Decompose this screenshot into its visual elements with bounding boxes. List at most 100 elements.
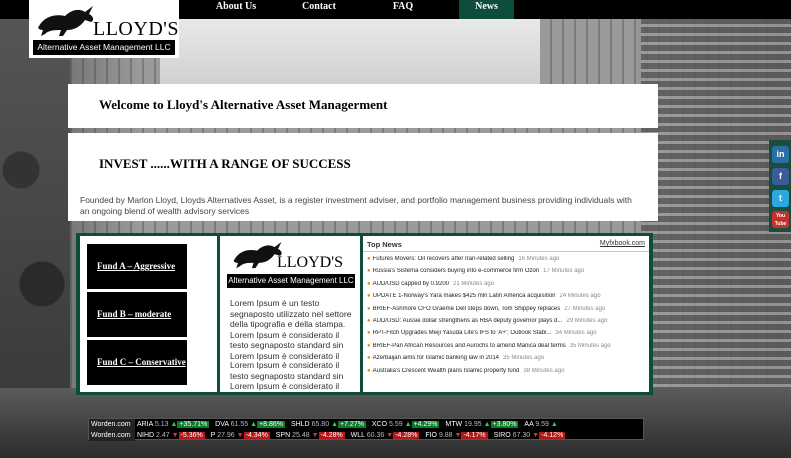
ticker-row-losers: Worden.com NIHD 2.47 ▼ -5.36% P 27.96 ▼ -4… <box>89 430 645 441</box>
arrow-up-icon: ▲ <box>331 421 338 428</box>
ticker-quote[interactable]: FIO 9.88 ▼ -4.17% <box>425 430 488 441</box>
news-widget: Top News Myfxbook.com ● Futures Movers: O… <box>363 236 649 392</box>
bullet-icon: ● <box>367 268 371 275</box>
funds-column: Fund A – Aggressive Fund B – moderate Fu… <box>80 236 217 392</box>
about-paragraph-2: Lorem Ipsum è considerato il testo segna… <box>230 360 344 391</box>
bullet-icon: ● <box>367 317 371 324</box>
logo-name: LLOYD'S <box>93 18 179 40</box>
bullet-icon: ● <box>367 293 371 300</box>
news-item[interactable]: ● RPT-Fitch Upgrades Meiji Yasuda Life's … <box>367 330 647 342</box>
about-logo-name: LLOYD'S <box>277 254 343 271</box>
news-item-text: Azerbaijan aims for Islamic banking law … <box>372 355 500 362</box>
fund-b-link[interactable]: Fund B – moderate <box>87 292 187 337</box>
ticker-quote[interactable]: NIHD 2.47 ▼ -5.36% <box>137 430 205 441</box>
social-links: in f t You Tube <box>769 140 791 232</box>
about-paragraph-1: Lorem Ipsum è un testo segnaposto utiliz… <box>230 298 352 361</box>
ticker-quote[interactable]: DVA 61.55 ▲ +8.86% <box>215 419 285 430</box>
news-item-time: 27 Minutes ago <box>564 305 606 312</box>
news-header: Top News Myfxbook.com <box>363 236 649 252</box>
news-item-text: Futures Movers: Oil recovers after Iran-… <box>372 256 515 262</box>
nav-faq[interactable]: FAQ <box>367 0 439 19</box>
site-logo[interactable]: LLOYD'S Alternative Asset Management LLC <box>29 0 179 58</box>
news-item[interactable]: ● AUD/USD: Aussie dollar strengthens as R… <box>367 318 647 330</box>
news-item[interactable]: ● AUD/USD capped by 0.9200 21 Minutes ago <box>367 281 647 293</box>
news-item[interactable]: ● Azerbaijan aims for Islamic banking law… <box>367 355 647 367</box>
twitter-icon[interactable]: t <box>772 190 789 207</box>
news-item-time: 34 Minutes ago <box>555 330 597 337</box>
ticker-row-gainers: Worden.com ARIA 5.13 ▲ +35.71% DVA 61.55 … <box>89 419 645 430</box>
stock-ticker[interactable]: Worden.com ARIA 5.13 ▲ +35.71% DVA 61.55 … <box>88 418 645 441</box>
bullet-icon: ● <box>367 305 371 312</box>
news-item-text: AUD/USD capped by 0.9200 <box>372 280 450 287</box>
bullet-icon: ● <box>367 280 371 287</box>
ticker-quote[interactable]: AA 9.59 ▲ <box>524 419 557 430</box>
news-item[interactable]: ● Russia's Sistema considers buying into … <box>367 268 647 280</box>
background-sky <box>160 18 540 88</box>
news-item[interactable]: ● BRIEF-Pan African Resources and Aurochs… <box>367 343 647 355</box>
welcome-banner: Welcome to Lloyd's Alternative Asset Man… <box>68 84 658 128</box>
ticker-quote[interactable]: ARIA 5.13 ▲ +35.71% <box>137 419 210 430</box>
news-title: Top News <box>367 240 402 249</box>
bullet-icon: ● <box>367 355 371 362</box>
ticker-quote[interactable]: MTW 19.95 ▲ +3.80% <box>445 419 519 430</box>
news-item-text: UPDATE 1-Norway's Yara makes $425 mln La… <box>372 293 556 300</box>
intro-heading: INVEST ......WITH A RANGE OF SUCCESS <box>99 156 351 171</box>
arrow-down-icon: ▼ <box>236 432 244 439</box>
about-column: LLOYD'S Alternative Asset Management LLC… <box>220 236 360 392</box>
news-item-text: Australia's Crescent Wealth plans Islami… <box>372 367 520 374</box>
news-item-text: BRIEF-Ashmore CFO Graeme Dell steps down… <box>372 305 561 312</box>
arrow-up-icon: ▲ <box>404 421 412 428</box>
nav-news[interactable]: News <box>459 0 514 19</box>
ticker-quote[interactable]: SHLD 65.80 ▲ +7.27% <box>291 419 366 430</box>
news-item[interactable]: ● UPDATE 1-Norway's Yara makes $425 mln L… <box>367 293 647 305</box>
fund-a-link[interactable]: Fund A – Aggressive <box>87 244 187 289</box>
nav-contact[interactable]: Contact <box>283 0 355 19</box>
ticker-quote[interactable]: SPN 25.48 ▼ -4.28% <box>276 430 345 441</box>
arrow-up-icon: ▲ <box>250 421 258 428</box>
news-item-text: BRIEF-Pan African Resources and Aurochs … <box>372 342 566 349</box>
logo-tagline: Alternative Asset Management LLC <box>33 40 175 55</box>
news-item-text: Russia's Sistema considers buying into e… <box>372 268 540 275</box>
bullet-icon: ● <box>367 342 371 349</box>
welcome-title: Welcome to Lloyd's Alternative Asset Man… <box>99 97 388 112</box>
news-item-time: 38 Minutes ago <box>523 367 565 374</box>
intro-section: INVEST ......WITH A RANGE OF SUCCESS Fou… <box>68 133 658 221</box>
bullet-icon: ● <box>367 330 371 337</box>
about-logo-tagline: Alternative Asset Management LLC <box>227 274 355 288</box>
news-item-time: 35 Minutes ago <box>569 342 611 349</box>
ticker-quote[interactable]: P 27.96 ▼ -4.34% <box>211 430 270 441</box>
nav-about-us[interactable]: About Us <box>200 0 272 19</box>
news-item-time: 21 Minutes ago <box>453 280 495 287</box>
youtube-icon[interactable]: You Tube <box>772 211 789 228</box>
news-item-time: 16 Minutes ago <box>518 256 560 262</box>
bull-icon <box>38 6 94 36</box>
news-source-link[interactable]: Myfxbook.com <box>600 240 645 247</box>
arrow-down-icon: ▼ <box>171 432 179 439</box>
news-item-time: 29 Minutes ago <box>566 317 608 324</box>
lower-panel: Fund A – Aggressive Fund B – moderate Fu… <box>76 233 653 395</box>
bullet-icon: ● <box>367 367 371 374</box>
arrow-up-icon: ▲ <box>483 421 491 428</box>
intro-text: Founded by Marlon Lloyd, Lloyds Alternat… <box>80 195 632 216</box>
bullet-icon: ● <box>367 256 371 262</box>
news-item-text: RPT-Fitch Upgrades Meiji Yasuda Life's I… <box>372 330 552 337</box>
ticker-quote[interactable]: WLL 60.36 ▼ -4.28% <box>351 430 420 441</box>
ticker-brand[interactable]: Worden.com <box>89 430 135 441</box>
background-tree <box>0 18 70 398</box>
news-item[interactable]: ● BRIEF-Ashmore CFO Graeme Dell steps dow… <box>367 306 647 318</box>
facebook-icon[interactable]: f <box>772 168 789 185</box>
news-item-time: 35 Minutes ago <box>503 355 545 362</box>
arrow-up-icon: ▲ <box>550 421 558 428</box>
news-item-time: 17 Minutes ago <box>543 268 585 275</box>
about-logo: LLOYD'S Alternative Asset Management LLC <box>225 238 355 290</box>
ticker-quote[interactable]: SIRO 67.30 ▼ -4.12% <box>494 430 566 441</box>
news-list: ● Futures Movers: Oil recovers after Iran… <box>367 256 647 380</box>
fund-c-link[interactable]: Fund C – Conservative <box>87 340 187 385</box>
news-item-time: 24 Minutes ago <box>559 293 601 300</box>
news-item[interactable]: ● Futures Movers: Oil recovers after Iran… <box>367 256 647 268</box>
ticker-brand[interactable]: Worden.com <box>89 419 135 430</box>
ticker-quote[interactable]: XCO 5.59 ▲ +4.29% <box>372 419 440 430</box>
news-item[interactable]: ● Australia's Crescent Wealth plans Islam… <box>367 368 647 380</box>
linkedin-icon[interactable]: in <box>772 146 789 163</box>
arrow-down-icon: ▼ <box>311 432 319 439</box>
